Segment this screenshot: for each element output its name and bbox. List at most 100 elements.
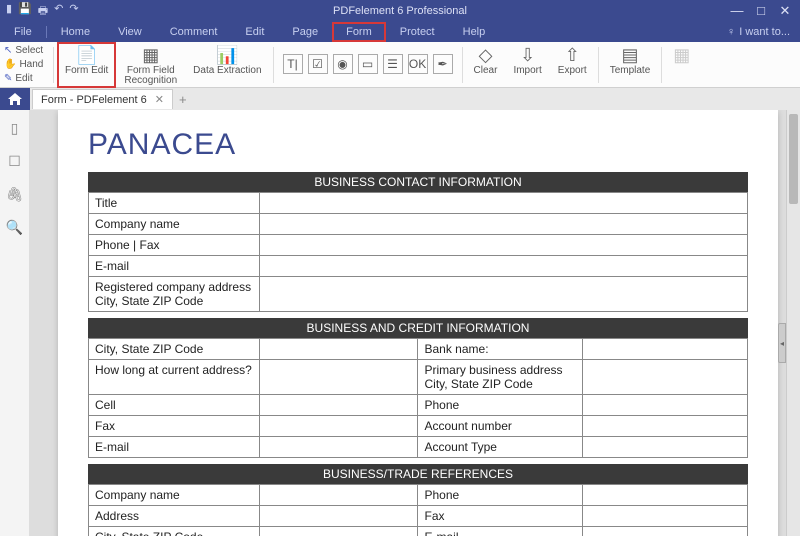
maximize-button[interactable]: □ xyxy=(750,3,772,19)
menu-home[interactable]: Home xyxy=(47,22,104,42)
ribbon: ↖Select ✋Hand ✎Edit 📄 Form Edit ▦ Form F… xyxy=(0,42,800,88)
bookmark-icon[interactable]: ☐ xyxy=(8,153,21,170)
redo-icon[interactable]: ↷ xyxy=(69,2,78,21)
combobox-tool[interactable]: ▭ xyxy=(358,54,378,74)
signature-tool[interactable]: ✒ xyxy=(433,54,453,74)
listbox-tool[interactable]: ☰ xyxy=(383,54,403,74)
app-logo-icon: ▮ xyxy=(6,2,12,21)
template-button[interactable]: ▤ Template xyxy=(602,42,659,88)
form-label: City, State ZIP Code xyxy=(89,339,260,360)
section1-table: TitleCompany namePhone | FaxE-mailRegist… xyxy=(88,192,748,312)
form-field[interactable] xyxy=(583,437,748,458)
text-field-tool[interactable]: T| xyxy=(283,54,303,74)
menu-form[interactable]: Form xyxy=(332,22,386,42)
print-icon[interactable]: 🖶 xyxy=(38,2,48,21)
section-header-1: BUSINESS CONTACT INFORMATION xyxy=(88,172,748,192)
minimize-button[interactable]: ― xyxy=(726,3,748,19)
form-field[interactable] xyxy=(260,395,418,416)
close-button[interactable]: ✕ xyxy=(774,3,796,19)
form-field[interactable] xyxy=(260,416,418,437)
more-icon: ▦ xyxy=(673,45,690,65)
import-icon: ⇩ xyxy=(520,45,535,65)
tab-label: Form - PDFelement 6 xyxy=(41,94,147,106)
form-field[interactable] xyxy=(260,360,418,395)
export-button[interactable]: ⇧ Export xyxy=(550,42,595,88)
new-tab-button[interactable]: + xyxy=(179,92,187,107)
form-field[interactable] xyxy=(260,506,418,527)
form-field[interactable] xyxy=(260,256,748,277)
save-icon[interactable]: 💾 xyxy=(18,2,32,21)
form-label: Phone xyxy=(418,395,583,416)
tab-close-icon[interactable]: ✕ xyxy=(155,93,164,106)
form-label: E-mail xyxy=(418,527,583,536)
document-brand: PANACEA xyxy=(88,128,748,162)
attachments-icon[interactable]: 🖇 xyxy=(6,186,24,203)
form-label: Company name xyxy=(89,485,260,506)
form-label: Account Type xyxy=(418,437,583,458)
tool-edit[interactable]: ✎Edit xyxy=(4,72,46,85)
form-label: Primary business address City, State ZIP… xyxy=(418,360,583,395)
import-button[interactable]: ⇩ Import xyxy=(505,42,549,88)
home-icon xyxy=(8,93,22,105)
menu-page[interactable]: Page xyxy=(278,22,332,42)
export-icon: ⇧ xyxy=(565,45,580,65)
home-tab[interactable] xyxy=(0,88,30,110)
data-extraction-button[interactable]: 📊 Data Extraction xyxy=(185,42,269,88)
button-tool[interactable]: OK xyxy=(408,54,428,74)
form-field[interactable] xyxy=(260,214,748,235)
tool-hand[interactable]: ✋Hand xyxy=(4,58,46,71)
form-field-recognition-button[interactable]: ▦ Form Field Recognition xyxy=(116,42,185,88)
data-extraction-icon: 📊 xyxy=(216,45,238,65)
form-field[interactable] xyxy=(260,527,418,536)
menu-edit[interactable]: Edit xyxy=(231,22,278,42)
form-label: Address xyxy=(89,506,260,527)
document-tabbar: Form - PDFelement 6 ✕ + xyxy=(0,88,800,110)
menu-view[interactable]: View xyxy=(104,22,156,42)
section-header-3: BUSINESS/TRADE REFERENCES xyxy=(88,464,748,484)
form-field[interactable] xyxy=(260,193,748,214)
vertical-scrollbar[interactable] xyxy=(786,110,800,536)
section3-table: Company namePhoneAddressFaxCity, State Z… xyxy=(88,484,748,536)
form-field[interactable] xyxy=(583,395,748,416)
bulb-icon: ♀ xyxy=(727,26,735,38)
scrollbar-thumb[interactable] xyxy=(789,114,798,204)
form-field[interactable] xyxy=(260,277,748,312)
right-panel-handle[interactable]: ◂ xyxy=(778,323,786,363)
radio-tool[interactable]: ◉ xyxy=(333,54,353,74)
form-label: How long at current address? xyxy=(89,360,260,395)
form-edit-button[interactable]: 📄 Form Edit xyxy=(57,42,116,88)
section-header-2: BUSINESS AND CREDIT INFORMATION xyxy=(88,318,748,338)
document-tab[interactable]: Form - PDFelement 6 ✕ xyxy=(32,89,173,109)
checkbox-tool[interactable]: ☑ xyxy=(308,54,328,74)
pdf-page: PANACEA BUSINESS CONTACT INFORMATION Tit… xyxy=(58,110,778,536)
thumbnails-icon[interactable]: ▯ xyxy=(11,120,19,137)
form-label: Company name xyxy=(89,214,260,235)
undo-icon[interactable]: ↶ xyxy=(54,2,63,21)
document-area[interactable]: ▸ PANACEA BUSINESS CONTACT INFORMATION T… xyxy=(30,110,800,536)
form-field[interactable] xyxy=(260,437,418,458)
menu-comment[interactable]: Comment xyxy=(156,22,232,42)
form-label: Fax xyxy=(89,416,260,437)
form-field[interactable] xyxy=(583,416,748,437)
form-edit-icon: 📄 xyxy=(75,45,97,65)
form-field[interactable] xyxy=(583,506,748,527)
form-label: E-mail xyxy=(89,437,260,458)
form-field[interactable] xyxy=(260,235,748,256)
more-button[interactable]: ▦ xyxy=(665,42,698,88)
form-field[interactable] xyxy=(583,360,748,395)
menu-help[interactable]: Help xyxy=(449,22,500,42)
form-field[interactable] xyxy=(583,527,748,536)
template-icon: ▤ xyxy=(621,45,638,65)
form-field[interactable] xyxy=(260,339,418,360)
form-label: Phone | Fax xyxy=(89,235,260,256)
search-icon[interactable]: 🔍 xyxy=(6,219,23,236)
i-want-to[interactable]: ♀I want to... xyxy=(727,26,790,38)
form-field[interactable] xyxy=(583,485,748,506)
clear-button[interactable]: ◇ Clear xyxy=(466,42,506,88)
form-field[interactable] xyxy=(583,339,748,360)
menu-protect[interactable]: Protect xyxy=(386,22,449,42)
tool-select[interactable]: ↖Select xyxy=(4,44,46,57)
menu-file[interactable]: File xyxy=(0,22,46,42)
form-field[interactable] xyxy=(260,485,418,506)
form-label: Registered company address City, State Z… xyxy=(89,277,260,312)
